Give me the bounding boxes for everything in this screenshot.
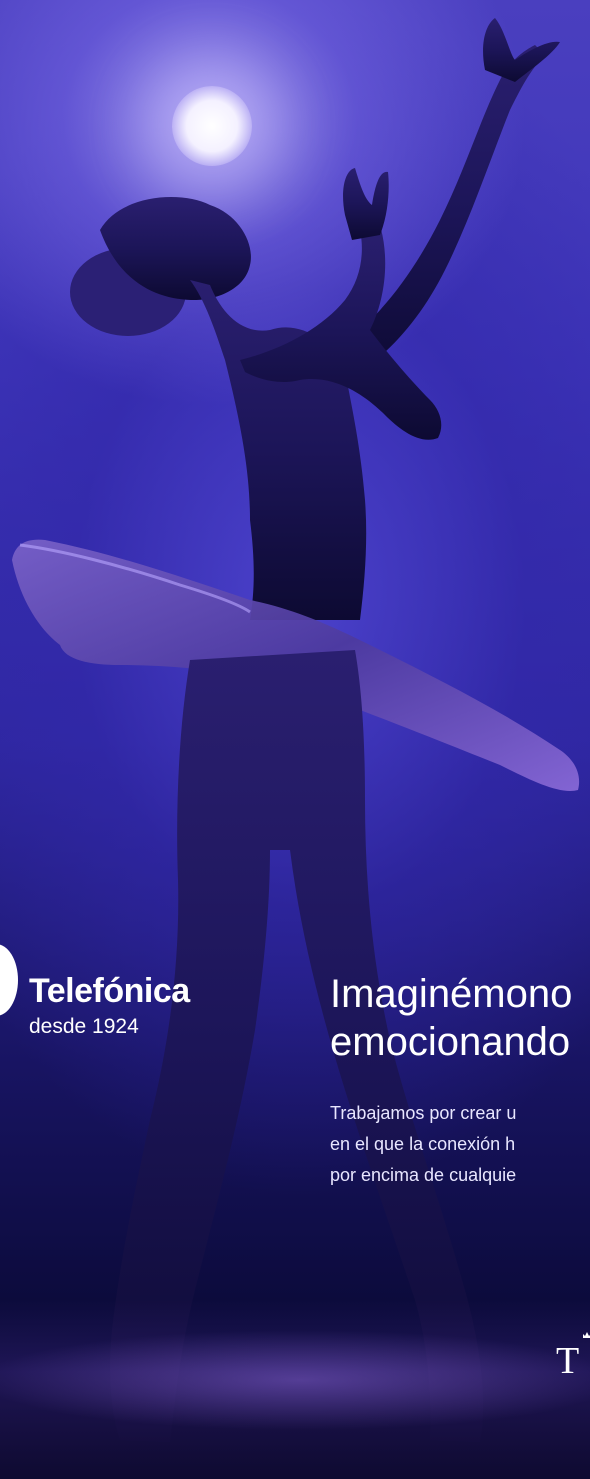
brand-since: desde 1924 xyxy=(29,1015,139,1038)
crown-icon xyxy=(583,1332,590,1338)
body-line-1: Trabajamos por crear u xyxy=(330,1103,517,1123)
headline: Imaginémono emocionando xyxy=(330,970,572,1066)
ballerina-silhouette-icon xyxy=(12,18,580,1442)
stage-floor xyxy=(0,1300,590,1479)
body-line-3: por encima de cualquie xyxy=(330,1165,517,1185)
headline-line-2: emocionando xyxy=(330,1020,571,1064)
body-line-2: en el que la conexión h xyxy=(330,1134,516,1154)
hero-banner: Telefónica desde 1924 Imaginémono emocio… xyxy=(0,0,590,1479)
body-copy: Trabajamos por crear u en el que la cone… xyxy=(330,1098,516,1191)
headline-line-1: Imaginémono xyxy=(330,972,573,1016)
brand-name: Telefónica xyxy=(29,972,190,1010)
partner-seal: T xyxy=(556,1330,590,1380)
seal-letter: T xyxy=(556,1340,580,1382)
